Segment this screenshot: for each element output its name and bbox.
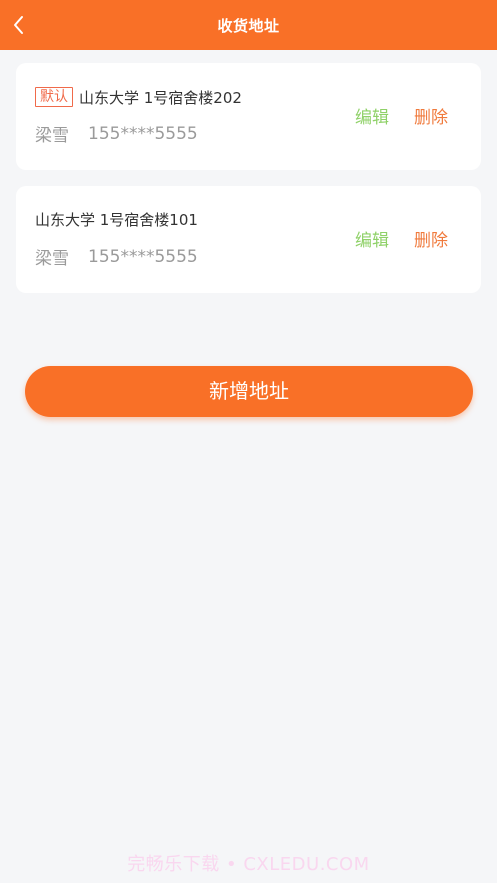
recipient-name: 梁雪: [35, 249, 69, 269]
contact-line: 梁雪 155****5555: [35, 244, 198, 270]
delete-button[interactable]: 删除: [414, 226, 448, 251]
delete-button[interactable]: 删除: [414, 103, 448, 128]
edit-button[interactable]: 编辑: [355, 103, 389, 128]
address-text: 山东大学 1号宿舍楼202: [79, 88, 242, 107]
address-card[interactable]: 默认 山东大学 1号宿舍楼202 梁雪 155****5555 编辑 删除: [16, 63, 481, 170]
page-title: 收货地址: [217, 17, 280, 35]
contact-line: 梁雪 155****5555: [35, 121, 198, 147]
watermark: 完畅乐下载 • CXLEDU.COM: [127, 854, 370, 875]
default-badge: 默认: [35, 87, 73, 107]
address-line: 默认 山东大学 1号宿舍楼202: [35, 85, 242, 109]
recipient-name: 梁雪: [35, 126, 69, 146]
address-text: 山东大学 1号宿舍楼101: [35, 210, 198, 229]
top-bar: 收货地址: [0, 0, 497, 50]
edit-button[interactable]: 编辑: [355, 226, 389, 251]
address-card[interactable]: 山东大学 1号宿舍楼101 梁雪 155****5555 编辑 删除: [16, 186, 481, 293]
address-line: 山东大学 1号宿舍楼101: [35, 207, 198, 231]
recipient-phone: 155****5555: [88, 246, 198, 267]
recipient-phone: 155****5555: [88, 123, 198, 144]
add-address-button[interactable]: 新增地址: [25, 366, 473, 417]
